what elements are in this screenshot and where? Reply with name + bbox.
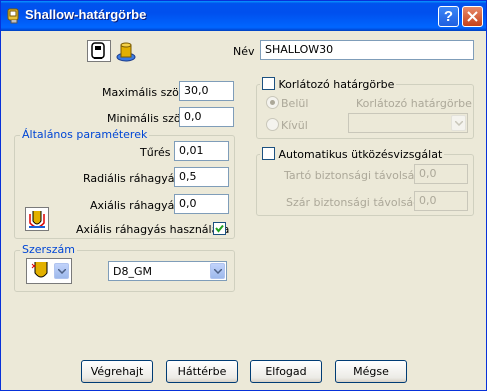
boundary-tool-icon [91, 42, 105, 59]
tool-select-dropdown[interactable] [210, 263, 225, 279]
name-input[interactable]: SHALLOW30 [260, 40, 474, 60]
tolerance-input[interactable]: 0,01 [174, 141, 229, 161]
max-angle-label: Maximális szög [102, 86, 186, 99]
outside-radio[interactable] [266, 118, 279, 131]
shallow-boundary-model-icon[interactable] [115, 39, 137, 63]
limit-boundary-dropdown[interactable] [451, 115, 466, 131]
tool-select-icon[interactable] [26, 258, 72, 284]
chevron-down-icon [455, 121, 463, 126]
shallow-boundary-tool-icon[interactable] [87, 40, 111, 62]
use-axial-label: Axiális ráhagyás használata [76, 223, 230, 236]
limit-boundary-header: Korlátozó határgörbe [260, 77, 397, 91]
apply-button[interactable]: Végrehajt [81, 360, 153, 383]
close-button[interactable] [462, 6, 483, 27]
window-title: Shallow-határgörbe [25, 7, 147, 22]
limit-boundary-select[interactable] [348, 113, 468, 133]
min-angle-label: Minimális szög [107, 112, 188, 125]
limit-boundary-select-label: Korlátozó határgörbe [356, 97, 472, 110]
tool-select[interactable]: D8_GM [108, 261, 227, 281]
shank-clearance-input[interactable]: 0,0 [414, 191, 468, 211]
accept-button[interactable]: Elfogad [250, 360, 322, 383]
title-bar[interactable]: Shallow-határgörbe ? [1, 1, 486, 31]
tolerance-label: Tűrés [140, 146, 171, 159]
use-axial-checkbox[interactable] [213, 222, 226, 235]
collision-checkbox-label: Automatikus ütközésvizsgálat [278, 148, 443, 161]
tool-group-title: Szerszám [20, 243, 78, 256]
inside-radio-dot [270, 100, 275, 105]
tool-icon-dropdown[interactable] [54, 263, 69, 279]
checkmark-icon [215, 224, 224, 233]
min-angle-input[interactable]: 0,0 [179, 107, 234, 127]
thickness-icon[interactable] [25, 207, 49, 231]
holder-clearance-input[interactable]: 0,0 [414, 164, 468, 184]
outside-label: Kívül [281, 119, 308, 132]
inside-radio[interactable] [266, 96, 279, 109]
background-button[interactable]: Háttérbe [166, 360, 238, 383]
help-button-label: ? [443, 8, 454, 25]
cancel-button[interactable]: Mégse [335, 360, 407, 383]
chevron-down-icon [214, 269, 222, 274]
close-icon [467, 11, 478, 22]
axial-thickness-label: Axiális ráhagyás [90, 199, 181, 212]
help-button[interactable]: ? [438, 6, 459, 27]
chevron-down-icon [58, 269, 66, 274]
radial-thickness-label: Radiális ráhagyás [83, 172, 181, 185]
collision-checkbox[interactable] [262, 147, 275, 160]
general-params-title: Általános paraméterek [20, 128, 150, 141]
app-icon [7, 8, 19, 24]
shank-clearance-label: Szár biztonsági távolsága [286, 196, 427, 209]
name-label: Név [233, 45, 255, 58]
holder-clearance-label: Tartó biztonsági távolsága [284, 169, 429, 182]
dialog-window: Shallow-határgörbe ? Név SHALLOW30 Maxim… [0, 0, 487, 391]
ball-endmill-icon [31, 262, 48, 278]
max-angle-input[interactable]: 30,0 [179, 81, 234, 101]
limit-boundary-checkbox[interactable] [262, 77, 275, 90]
collision-header: Automatikus ütközésvizsgálat [260, 147, 445, 161]
thickness-tool-icon [29, 211, 45, 228]
inside-label: Belül [281, 97, 309, 110]
axial-thickness-input[interactable]: 0,0 [174, 194, 229, 214]
tool-select-value: D8_GM [113, 265, 152, 278]
limit-boundary-checkbox-label: Korlátozó határgörbe [278, 78, 395, 91]
radial-thickness-input[interactable]: 0,5 [174, 167, 229, 187]
